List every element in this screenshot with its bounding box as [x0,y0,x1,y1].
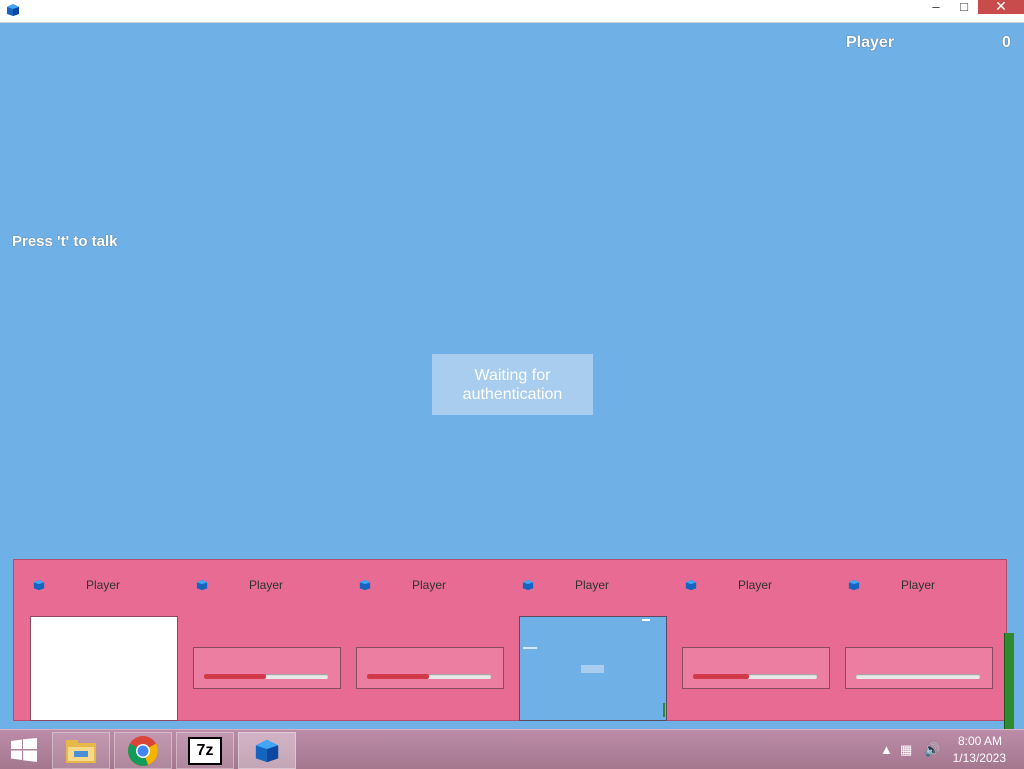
minimize-button[interactable]: – [922,0,950,16]
cube-icon [255,739,279,762]
taskbar-chrome[interactable] [114,732,172,769]
progress-fill [367,674,429,679]
window-titlebar: – □ ✕ [0,0,1024,23]
clock-date[interactable]: 1/13/2023 [953,751,1006,765]
player-name: Player [248,578,283,592]
windows-start-icon[interactable] [10,738,38,762]
progress-track [367,674,491,679]
taskbar: 7z ▲ ▦ 🔊 8:00 AM 1/13/2023 [0,729,1024,769]
scoreboard-score: 0 [1002,34,1011,51]
player-thumbnail [519,616,667,721]
progress-fill [693,674,749,679]
7zip-icon: 7z [188,736,222,765]
mini-green-bar [663,703,665,717]
loading-bar [193,647,341,689]
auth-status-text: Waiting for authentication [462,366,563,403]
close-button[interactable]: ✕ [978,0,1024,14]
chrome-icon [128,735,158,766]
loading-bar [845,647,993,689]
talk-hint: Press 't' to talk [12,233,118,250]
scoreboard-player-name: Player [846,34,895,51]
player-name: Player [900,578,935,592]
progress-track [204,674,328,679]
player-name: Player [85,578,120,592]
player-panel: Player Player Player Player Player Playe… [13,559,1007,721]
player-name: Player [411,578,446,592]
folder-icon [66,739,96,763]
progress-track [856,674,980,679]
progress-fill [204,674,266,679]
maximize-button[interactable]: □ [950,0,978,16]
player-name: Player [574,578,609,592]
taskbar-7zip[interactable]: 7z [176,732,234,769]
show-hidden-icons-icon[interactable]: ▲ [880,742,893,757]
taskbar-file-explorer[interactable] [52,732,110,769]
volume-icon[interactable]: 🔊 [924,742,940,758]
system-tray: ▲ ▦ 🔊 8:00 AM 1/13/2023 [864,730,1024,769]
mini-talk-hint [523,647,537,649]
progress-track [693,674,817,679]
mini-auth-box [581,665,604,673]
mini-scoreboard [642,619,650,621]
loading-bar [356,647,504,689]
7zip-label: 7z [196,741,214,759]
player-thumbnail [30,616,178,721]
taskbar-game-app[interactable] [238,732,296,769]
green-side-bar [1004,633,1014,733]
player-name: Player [737,578,772,592]
auth-status-box: Waiting for authentication [432,354,593,415]
clock-time[interactable]: 8:00 AM [958,734,1002,748]
network-icon[interactable]: ▦ [900,742,912,758]
cube-icon [7,4,19,16]
loading-bar [682,647,830,689]
